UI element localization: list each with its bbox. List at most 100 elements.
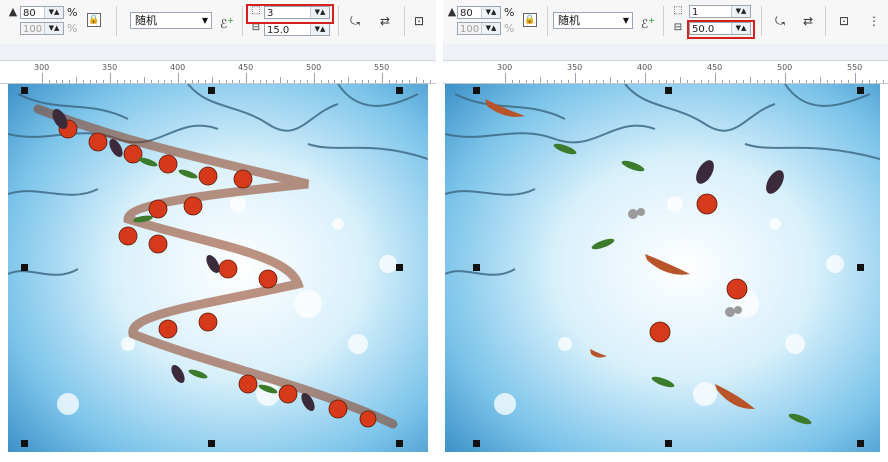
steps-input[interactable]: 1 ▼▲ [689,5,751,18]
clear-icon[interactable]: ⊡ [410,12,428,30]
ruler-tick [645,73,646,83]
ruler-tick [320,80,322,83]
rotate-icon[interactable]: ⤿ [346,12,364,30]
ruler-tick [799,80,800,83]
spacing-input[interactable]: 15.0 ▼▲ [264,23,330,36]
ruler-tick [232,80,234,83]
ruler-tick [103,80,105,83]
add-node-icon[interactable]: ℰ+ [639,12,657,31]
ruler-label: 450 [238,63,254,72]
more-icon[interactable]: ⋮ [865,12,883,30]
ruler-tick [246,73,247,83]
ruler-tick [855,73,856,83]
lock-icon[interactable]: 🔒 [87,13,101,27]
chevron-down-icon: ▼ [201,16,208,25]
ruler-tick [82,80,84,83]
ruler-tick [820,77,821,83]
ruler-tick [171,80,173,83]
ruler-tick [225,80,227,83]
ruler-tick [150,80,152,83]
spacing-value: 15.0 [267,25,290,36]
transparency-spin-top[interactable]: 80 ▼▲ [457,6,501,19]
add-node-icon[interactable]: ℰ+ [218,12,236,31]
ruler-tick [368,80,370,83]
ruler-tick [164,80,166,83]
ruler-tick [680,77,681,83]
ruler-tick [687,80,688,83]
ruler-label: 550 [847,63,863,72]
ruler-tick [701,80,702,83]
ruler-tick [388,80,390,83]
ruler-tick [42,73,43,83]
separator [116,6,117,36]
ruler-tick [422,80,424,83]
ruler-tick [827,80,828,83]
ruler-tick [519,80,520,83]
mode-dropdown[interactable]: 随机 ▼ [130,12,212,29]
spin-arrows[interactable]: ▼▲ [731,6,750,17]
ruler-tick [603,80,604,83]
ruler-tick [722,80,723,83]
percent-label: % [504,22,515,35]
ruler-tick [205,80,207,83]
horizontal-ruler[interactable]: 300 350 400 450 500 550 [0,61,436,84]
ruler-tick [259,80,261,83]
clear-icon[interactable]: ⊡ [835,12,853,30]
spin-value: 80 [23,8,36,19]
canvas-artwork [445,84,880,452]
ruler-tick [123,80,125,83]
ruler-label: 500 [306,63,322,72]
separator [825,6,826,36]
ruler-tick [375,80,377,83]
mode-dropdown[interactable]: 随机 ▼ [553,12,633,29]
drawing-canvas-right[interactable] [445,84,880,452]
ruler-tick [617,80,618,83]
ruler-tick [526,80,527,83]
mirror-icon[interactable]: ⇄ [376,12,394,30]
right-panel: ▲ 80 ▼▲ 100 ▼▲ % % 🔒 随机 ▼ ℰ+ ⬚ ⊟ 1 ▼▲ 50… [443,0,888,462]
ruler-tick [429,80,431,83]
rotate-icon[interactable]: ⤿ [771,12,789,30]
separator [547,6,548,36]
lock-icon[interactable]: 🔒 [523,13,537,27]
transparency-spin-bottom[interactable]: 100 ▼▲ [457,22,501,35]
spin-arrows[interactable]: ▼▲ [44,7,63,18]
ruler-tick [883,80,884,83]
ruler-tick [596,80,597,83]
drawing-canvas-left[interactable] [8,84,428,452]
canvas-artwork [8,84,428,452]
percent-label: % [67,6,78,19]
ruler-tick [792,80,793,83]
spin-arrows[interactable]: ▼▲ [481,7,500,18]
ruler-tick [130,80,132,83]
spacing-icon: ⊟ [673,22,683,33]
spin-value: 100 [23,24,43,35]
transparency-spin-top[interactable]: 80 ▼▲ [20,6,64,19]
ruler-tick [218,80,220,83]
ruler-tick [89,80,91,83]
ruler-label: 300 [34,63,50,72]
ruler-tick [729,80,730,83]
ruler-tick [869,80,870,83]
separator [338,6,339,36]
spin-arrows[interactable]: ▼▲ [44,23,63,34]
ruler-tick [212,77,213,83]
ruler-tick [512,80,513,83]
ruler-tick [341,80,343,83]
mirror-icon[interactable]: ⇄ [799,12,817,30]
ruler-tick [610,77,611,83]
ruler-tick [280,77,281,83]
ruler-tick [314,73,315,83]
ruler-tick [652,80,653,83]
ruler-tick [694,80,695,83]
toolbar-strip [0,44,436,61]
spin-arrows[interactable]: ▼▲ [310,24,329,35]
ruler-tick [252,80,254,83]
separator [404,6,405,36]
ruler-tick [96,80,98,83]
ruler-tick [327,80,329,83]
horizontal-ruler[interactable]: 300 350 400 450 500 550 [443,61,888,84]
transparency-spin-bottom[interactable]: 100 ▼▲ [20,22,64,35]
mode-value: 随机 [558,14,580,27]
spin-arrows[interactable]: ▼▲ [481,23,500,34]
